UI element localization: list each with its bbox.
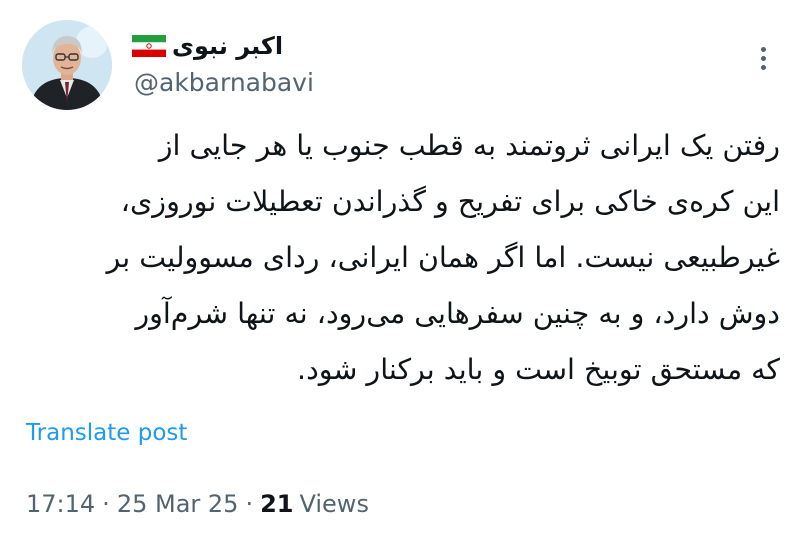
tweet-text-line: غیرطبیعی نیست. اما اگر همان ایرانی، ردای…	[106, 241, 780, 274]
avatar[interactable]	[22, 20, 112, 110]
author-name-row: اکبر نبوی	[132, 26, 283, 66]
more-options-button[interactable]	[748, 40, 778, 76]
tweet-text-line: دوش دارد، و به چنین سفرهایی می‌رود، نه ت…	[135, 297, 780, 330]
author-handle[interactable]: @akbarnabavi	[134, 68, 314, 97]
meta-separator: ·	[245, 490, 254, 518]
more-dot-icon	[760, 64, 766, 70]
profile-photo-icon	[22, 20, 112, 110]
post-time[interactable]: 17:14	[26, 490, 95, 518]
translate-post-link[interactable]: Translate post	[26, 420, 187, 446]
tweet-card: اکبر نبوی @akbarnabavi رفتن یک ایرانی ثر…	[0, 0, 800, 543]
more-dot-icon	[760, 46, 766, 52]
tweet-text-line: رفتن یک ایرانی ثروتمند به قطب جنوب یا هر…	[158, 129, 780, 162]
more-dot-icon	[760, 55, 766, 61]
tweet-text-line: که مستحق توبیخ است و باید برکنار شود.	[297, 353, 780, 386]
tweet-text-line: این کره‌ی خاکی برای تفریح و گذراندن تعطی…	[120, 185, 780, 218]
iran-flag-icon	[132, 35, 166, 57]
views-label: Views	[299, 490, 369, 518]
tweet-meta: 17:14 · 25 Mar 25 · 21 Views	[26, 486, 369, 522]
tweet-text: رفتن یک ایرانی ثروتمند به قطب جنوب یا هر…	[18, 118, 780, 398]
views-count: 21	[260, 490, 294, 518]
meta-separator: ·	[102, 490, 110, 518]
author-display-name[interactable]: اکبر نبوی	[172, 32, 283, 60]
post-date[interactable]: 25 Mar 25	[117, 490, 239, 518]
